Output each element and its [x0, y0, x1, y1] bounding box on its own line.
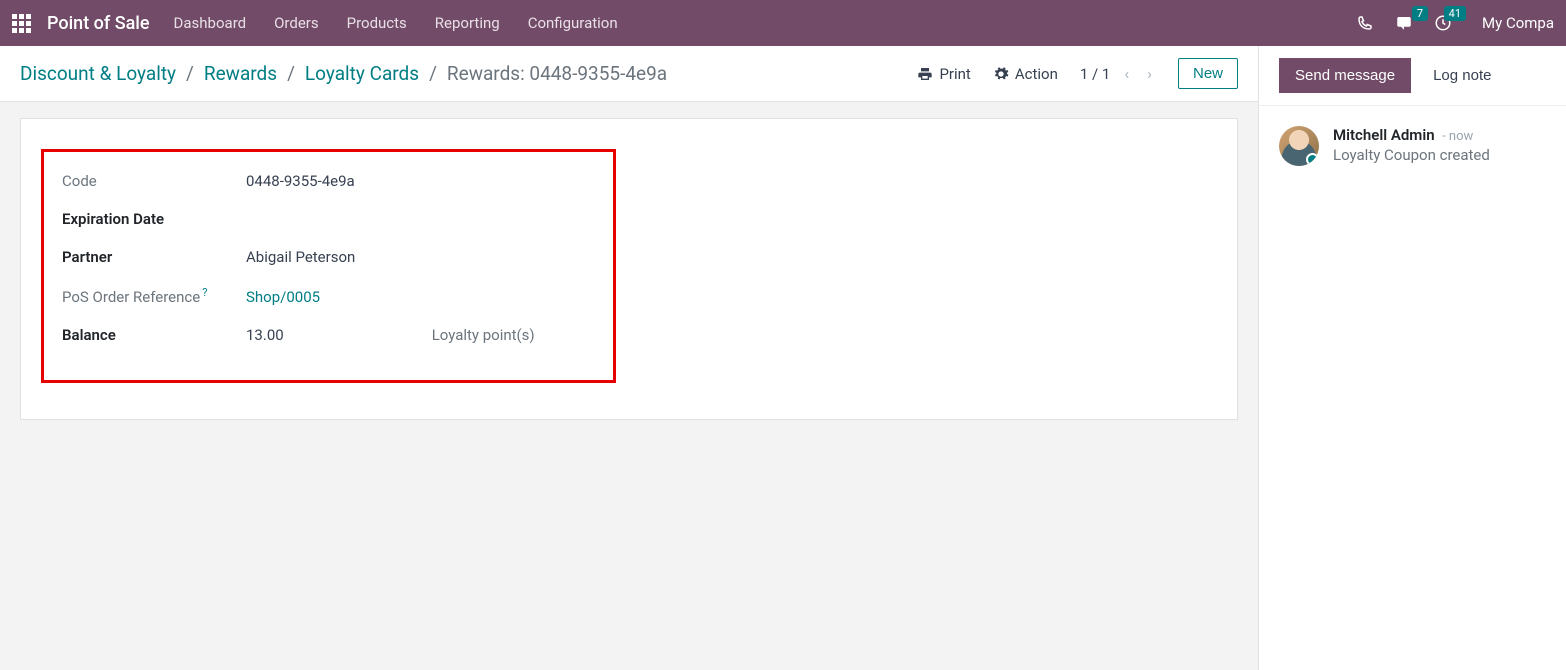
message-author[interactable]: Mitchell Admin — [1333, 126, 1435, 144]
phone-icon[interactable] — [1356, 14, 1374, 32]
messages-icon[interactable]: 7 — [1394, 14, 1414, 32]
main-column: Discount & Loyalty / Rewards / Loyalty C… — [0, 46, 1258, 670]
code-value[interactable]: 0448-9355-4e9a — [246, 172, 355, 190]
breadcrumb-sep: / — [186, 62, 194, 85]
field-partner: Partner Abigail Peterson — [62, 238, 595, 276]
partner-label: Partner — [62, 248, 246, 266]
chatter-message: Mitchell Admin - now Loyalty Coupon crea… — [1279, 126, 1546, 166]
page: Discount & Loyalty / Rewards / Loyalty C… — [0, 46, 1566, 670]
field-code: Code 0448-9355-4e9a — [62, 162, 595, 200]
pager-prev-icon[interactable]: ‹ — [1120, 64, 1133, 83]
breadcrumb-sep: / — [429, 62, 437, 85]
chatter-actions: Send message Log note — [1259, 46, 1566, 106]
pager: 1 / 1 ‹ › — [1080, 64, 1156, 83]
pos-ref-label: PoS Order Reference? — [62, 286, 246, 306]
balance-unit: Loyalty point(s) — [432, 326, 535, 344]
log-note-button[interactable]: Log note — [1417, 58, 1507, 93]
help-icon[interactable]: ? — [202, 286, 207, 299]
presence-indicator — [1306, 153, 1319, 166]
activities-icon[interactable]: 41 — [1434, 14, 1452, 32]
action-button[interactable]: Action — [993, 65, 1058, 83]
breadcrumb-current: Rewards: 0448-9355-4e9a — [447, 62, 667, 85]
expiration-label: Expiration Date — [62, 210, 246, 228]
pager-count[interactable]: 1 / 1 — [1080, 65, 1111, 83]
breadcrumb-discount-loyalty[interactable]: Discount & Loyalty — [20, 62, 176, 85]
field-expiration: Expiration Date — [62, 200, 595, 238]
control-actions: Print Action 1 / 1 ‹ › New — [917, 58, 1238, 89]
new-button[interactable]: New — [1178, 58, 1238, 89]
field-balance: Balance 13.00 Loyalty point(s) — [62, 316, 595, 354]
topbar-right: 7 41 My Compa — [1356, 14, 1554, 32]
controlbar: Discount & Loyalty / Rewards / Loyalty C… — [0, 46, 1258, 102]
balance-value[interactable]: 13.00 — [246, 326, 284, 344]
gear-icon — [993, 66, 1009, 82]
action-label: Action — [1015, 65, 1058, 83]
nav-orders[interactable]: Orders — [274, 14, 319, 32]
nav-dashboard[interactable]: Dashboard — [174, 14, 247, 32]
content: Code 0448-9355-4e9a Expiration Date Part… — [0, 102, 1258, 670]
apps-icon[interactable] — [12, 14, 31, 33]
pos-ref-link[interactable]: Shop/0005 — [246, 288, 320, 306]
form-card: Code 0448-9355-4e9a Expiration Date Part… — [20, 118, 1238, 420]
send-message-button[interactable]: Send message — [1279, 58, 1411, 93]
print-label: Print — [939, 65, 970, 83]
nav-reporting[interactable]: Reporting — [435, 14, 500, 32]
breadcrumb-rewards[interactable]: Rewards — [204, 62, 277, 85]
partner-value[interactable]: Abigail Peterson — [246, 248, 355, 266]
print-button[interactable]: Print — [917, 65, 970, 83]
topbar: Point of Sale Dashboard Orders Products … — [0, 0, 1566, 46]
field-pos-ref: PoS Order Reference? Shop/0005 — [62, 276, 595, 316]
avatar[interactable] — [1279, 126, 1319, 166]
message-timestamp: - now — [1442, 129, 1473, 144]
nav-products[interactable]: Products — [347, 14, 407, 32]
pager-next-icon[interactable]: › — [1143, 64, 1156, 83]
code-label: Code — [62, 172, 246, 190]
message-body: Loyalty Coupon created — [1333, 146, 1490, 164]
company-switcher[interactable]: My Compa — [1482, 14, 1554, 32]
message-content: Mitchell Admin - now Loyalty Coupon crea… — [1333, 126, 1490, 166]
messages-badge: 7 — [1412, 6, 1428, 21]
breadcrumb-loyalty-cards[interactable]: Loyalty Cards — [305, 62, 419, 85]
activities-badge: 41 — [1444, 6, 1466, 21]
nav-links: Dashboard Orders Products Reporting Conf… — [174, 14, 618, 32]
chatter-body: Mitchell Admin - now Loyalty Coupon crea… — [1259, 106, 1566, 186]
nav-configuration[interactable]: Configuration — [528, 14, 618, 32]
breadcrumb-sep: / — [287, 62, 295, 85]
app-brand[interactable]: Point of Sale — [47, 13, 150, 34]
highlighted-region: Code 0448-9355-4e9a Expiration Date Part… — [41, 149, 616, 383]
breadcrumb: Discount & Loyalty / Rewards / Loyalty C… — [20, 62, 667, 85]
chatter-sidebar: Send message Log note Mitchell Admin - n… — [1258, 46, 1566, 670]
print-icon — [917, 66, 933, 82]
balance-label: Balance — [62, 326, 246, 344]
